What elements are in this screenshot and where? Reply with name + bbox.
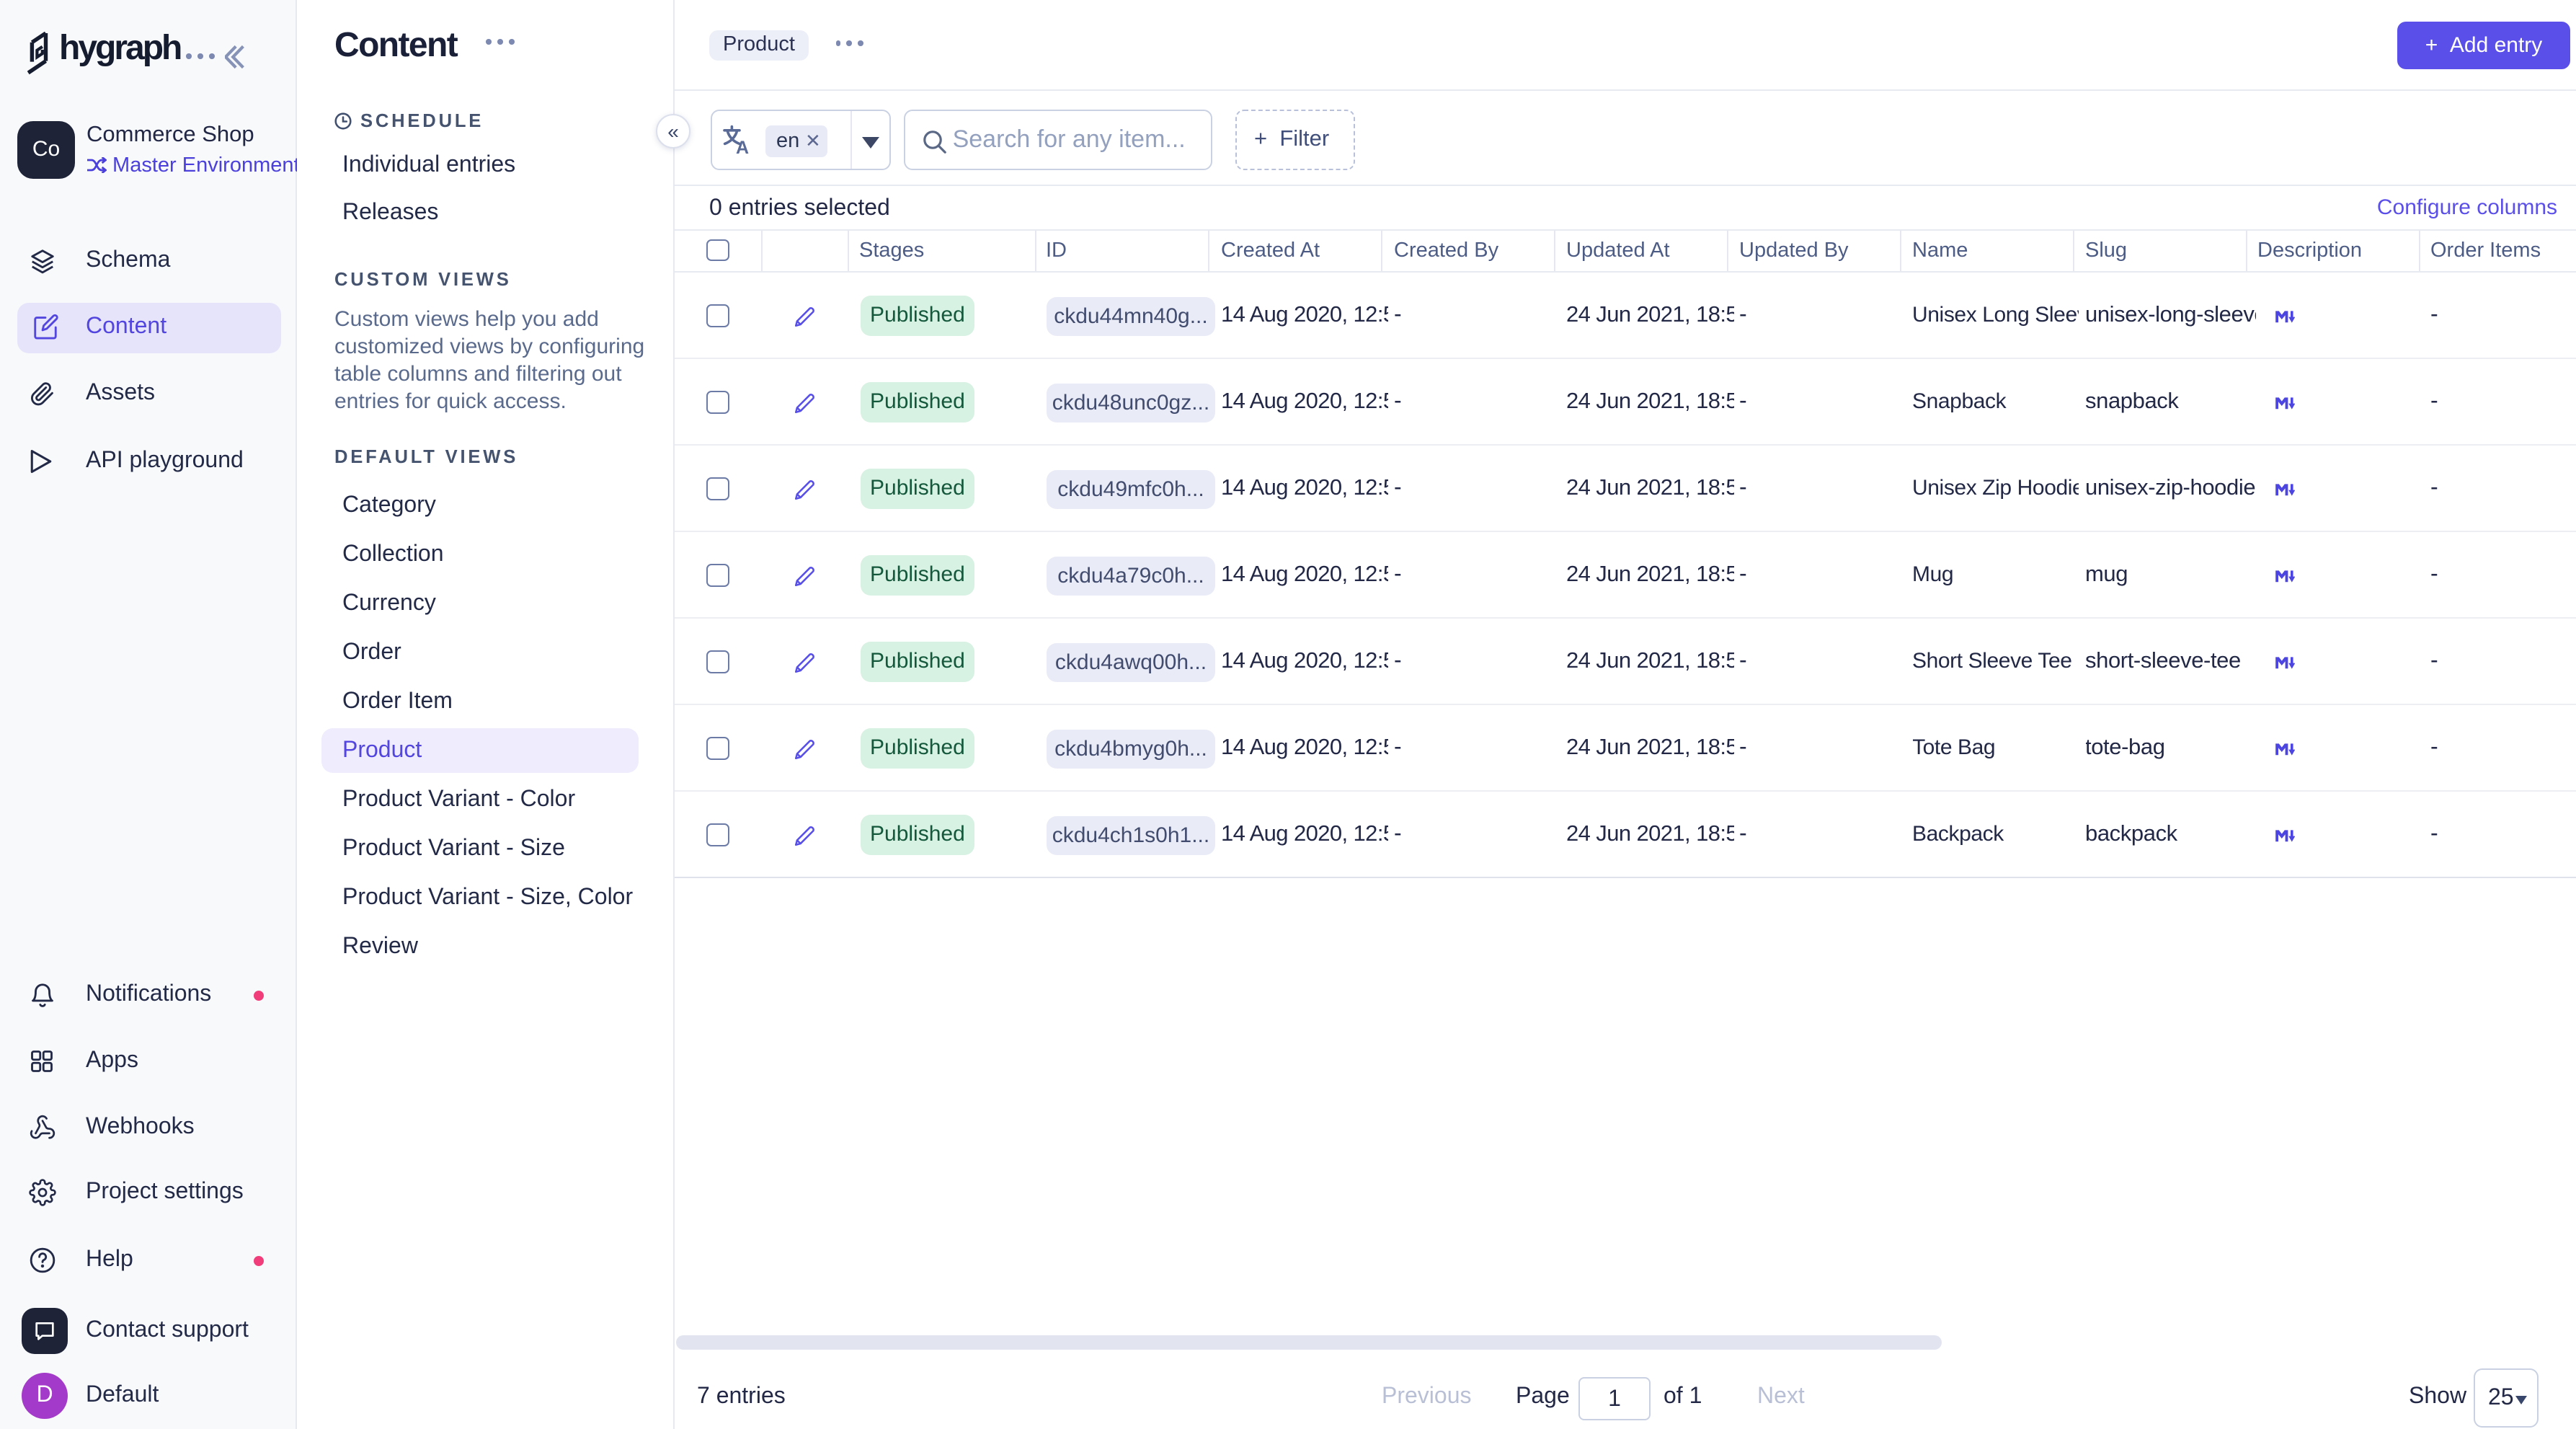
svg-text:A: A bbox=[736, 138, 749, 156]
